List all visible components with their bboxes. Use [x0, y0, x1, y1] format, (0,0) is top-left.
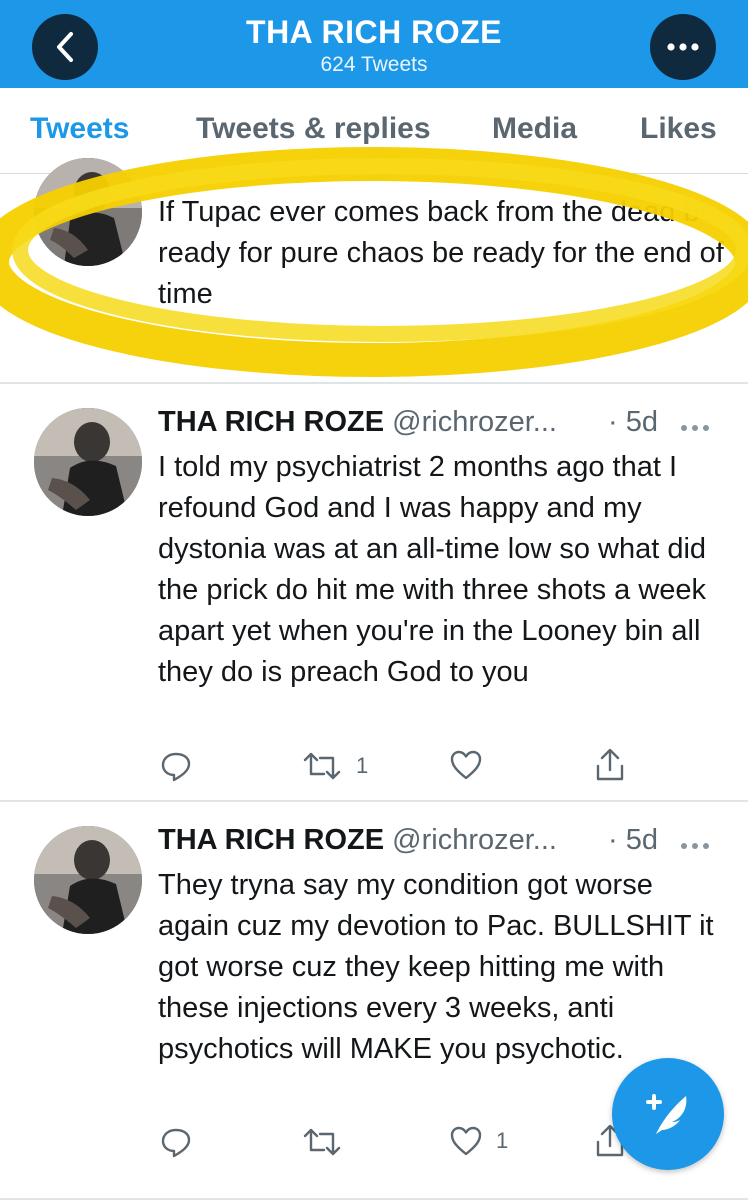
- tweet-text: They tryna say my condition got worse ag…: [158, 869, 714, 1065]
- like-button[interactable]: 1: [450, 1126, 508, 1156]
- tweet-more-button[interactable]: [680, 826, 710, 857]
- more-horizontal-icon: [681, 843, 709, 849]
- retweet-icon: [303, 752, 341, 780]
- more-options-button[interactable]: [650, 14, 716, 80]
- chevron-left-icon: [57, 32, 73, 62]
- compose-tweet-button[interactable]: [612, 1058, 724, 1170]
- tweet-timestamp[interactable]: · 5d: [608, 824, 658, 857]
- author-name[interactable]: THA RICH ROZE: [158, 824, 384, 856]
- reply-icon: [161, 752, 191, 782]
- tweet-item[interactable]: THA RICH ROZE @richrozer... · 5d I told …: [0, 384, 748, 802]
- author-handle[interactable]: @richrozer...: [392, 824, 557, 856]
- author-name[interactable]: THA RICH ROZE: [158, 406, 384, 438]
- more-horizontal-icon: [681, 425, 709, 431]
- avatar[interactable]: [34, 826, 142, 934]
- retweet-button[interactable]: 1: [302, 750, 368, 782]
- tab-media[interactable]: Media: [492, 112, 577, 146]
- back-button[interactable]: [32, 14, 98, 80]
- like-button[interactable]: [450, 750, 496, 780]
- tweet-text: I told my psychiatrist 2 months ago that…: [158, 451, 707, 688]
- tweet-count: 624 Tweets: [320, 53, 428, 76]
- like-count: 1: [496, 1128, 509, 1153]
- profile-tabs: Tweets Tweets & replies Media Likes: [0, 88, 748, 174]
- more-horizontal-icon: [667, 43, 699, 51]
- avatar[interactable]: [34, 408, 142, 516]
- tweet-text: If Tupac ever comes back from the dead b…: [158, 196, 724, 310]
- retweet-icon: [303, 1128, 341, 1156]
- avatar[interactable]: [34, 158, 142, 266]
- tab-tweets-and-replies[interactable]: Tweets & replies: [196, 112, 431, 146]
- tweet-header: THA RICH ROZE @richrozer...: [158, 406, 557, 439]
- reply-icon: [161, 1128, 191, 1158]
- header-title-block: THA RICH ROZE 624 Tweets: [150, 12, 598, 78]
- profile-header: THA RICH ROZE 624 Tweets: [0, 0, 748, 88]
- reply-button[interactable]: [160, 750, 192, 782]
- heart-icon: [450, 1126, 482, 1156]
- retweet-button[interactable]: [302, 1126, 356, 1158]
- tab-likes[interactable]: Likes: [640, 112, 717, 146]
- heart-icon: [450, 750, 482, 780]
- tweet-more-button[interactable]: [680, 408, 710, 439]
- share-button[interactable]: [594, 748, 626, 782]
- reply-button[interactable]: [160, 1126, 192, 1158]
- author-handle[interactable]: @richrozer...: [392, 406, 557, 438]
- profile-name-title: THA RICH ROZE: [246, 14, 502, 50]
- tweet-item[interactable]: If Tupac ever comes back from the dead b…: [0, 158, 748, 384]
- compose-tweet-icon: [646, 1094, 687, 1134]
- tab-tweets[interactable]: Tweets: [30, 112, 129, 146]
- tweet-timestamp[interactable]: · 5d: [608, 406, 658, 439]
- retweet-count: 1: [356, 753, 369, 778]
- share-icon: [596, 748, 624, 781]
- tweet-header: THA RICH ROZE @richrozer...: [158, 824, 557, 857]
